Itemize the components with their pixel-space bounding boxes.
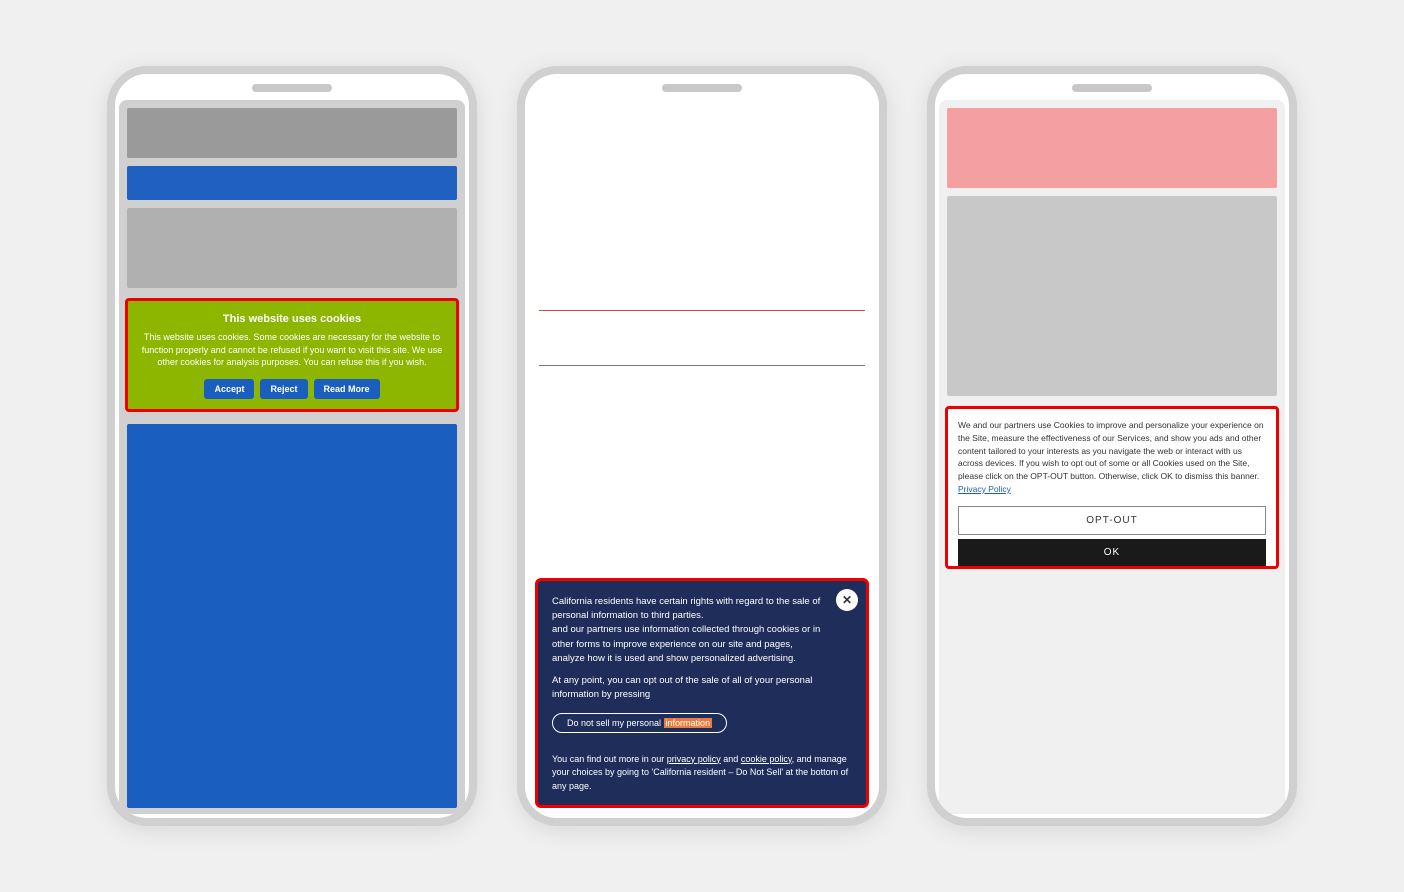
do-not-sell-button[interactable]: Do not sell my personal information [552,713,727,733]
cookie-banner-1-title: This website uses cookies [140,313,444,325]
privacy-policy-link[interactable]: privacy policy [667,754,721,764]
phone-1-notch [252,84,332,92]
phone-3: We and our partners use Cookies to impro… [927,66,1297,826]
phone2-line2 [539,365,865,366]
cookie-banner-2-footer: You can find out more in our privacy pol… [552,753,852,794]
phone1-block3 [127,208,457,288]
phone2-white-area [529,100,875,578]
close-button[interactable]: ✕ [836,589,858,611]
phone1-block1 [127,108,457,158]
cookie-banner-1: This website uses cookies This website u… [125,298,459,412]
phones-container: This website uses cookies This website u… [67,26,1337,866]
phone-2: ✕ California residents have certain righ… [517,66,887,826]
cookie-banner-3-text: We and our partners use Cookies to impro… [958,419,1266,496]
phone2-line1 [539,310,865,311]
phone-2-screen: ✕ California residents have certain righ… [529,100,875,814]
phone-1: This website uses cookies This website u… [107,66,477,826]
cookie-policy-link[interactable]: cookie policy [741,754,792,764]
cookie-banner-1-buttons: Accept Reject Read More [140,379,444,399]
ok-button[interactable]: OK [958,539,1266,566]
phone1-block4 [127,424,457,808]
phone-3-screen: We and our partners use Cookies to impro… [939,100,1285,814]
privacy-policy-link-3[interactable]: Privacy Policy [958,484,1011,494]
phone-2-notch [662,84,742,92]
accept-button[interactable]: Accept [204,379,254,399]
cookie-banner-1-text: This website uses cookies. Some cookies … [140,331,444,369]
read-more-button[interactable]: Read More [314,379,380,399]
phone-3-notch [1072,84,1152,92]
phone-1-screen: This website uses cookies This website u… [119,100,465,814]
opt-out-button[interactable]: OPT-OUT [958,506,1266,535]
reject-button[interactable]: Reject [260,379,307,399]
cookie-banner-2: ✕ California residents have certain righ… [535,578,869,808]
highlight-information: information [664,718,713,728]
phone3-block2 [947,196,1277,396]
cookie-banner-2-text1: California residents have certain rights… [552,595,852,666]
phone1-block2 [127,166,457,200]
cookie-banner-3: We and our partners use Cookies to impro… [945,406,1279,569]
cookie-banner-2-text2: At any point, you can opt out of the sal… [552,674,852,703]
phone3-block1 [947,108,1277,188]
